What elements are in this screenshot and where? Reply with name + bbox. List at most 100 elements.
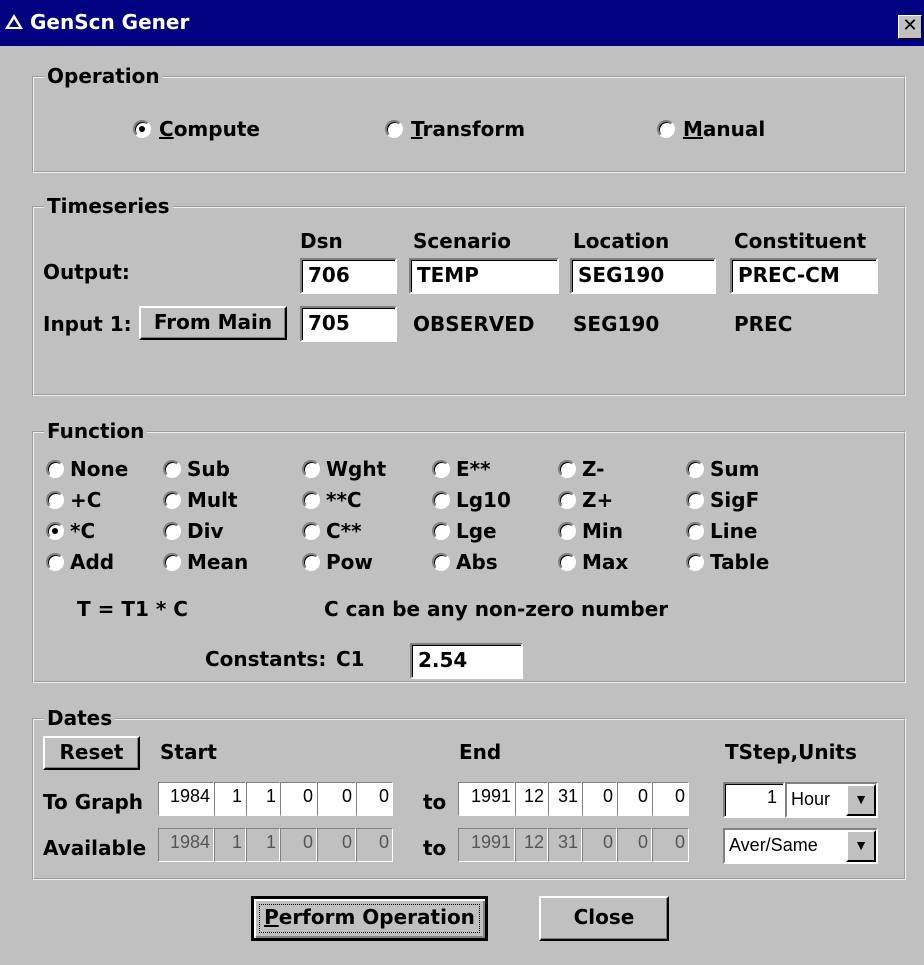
function-radio[interactable] <box>686 522 704 540</box>
function-radio[interactable] <box>432 522 450 540</box>
function-radio[interactable] <box>302 491 320 509</box>
function-radio[interactable] <box>46 460 64 478</box>
input1-dsn-field[interactable]: 705 <box>300 306 397 342</box>
perform-operation-button[interactable]: Perform Operation <box>251 896 488 941</box>
available-end-date-part: 1991 <box>458 828 515 862</box>
start-label: Start <box>160 740 217 764</box>
units-dropdown[interactable]: Hour ▼ <box>785 782 878 818</box>
operation-label-rest: ransform <box>422 117 526 141</box>
from-main-button[interactable]: From Main <box>139 306 287 340</box>
to-graph-start-date-part[interactable]: 0 <box>280 782 317 816</box>
available-label: Available <box>43 836 147 860</box>
function-option-label[interactable]: C** <box>326 519 362 543</box>
function-radio[interactable] <box>686 460 704 478</box>
to-graph-start-date-part[interactable]: 1 <box>246 782 280 816</box>
to-graph-end-date-part[interactable]: 0 <box>582 782 617 816</box>
function-option-label[interactable]: Div <box>187 519 224 543</box>
to-graph-end-date-part[interactable]: 0 <box>617 782 652 816</box>
function-radio[interactable] <box>163 553 181 571</box>
title-bar: GenScn Gener ✕ <box>0 0 924 46</box>
to-graph-end-date-part[interactable]: 0 <box>652 782 689 816</box>
function-option-label[interactable]: +C <box>70 488 101 512</box>
operation-mnemonic: M <box>683 117 703 141</box>
operation-label-0[interactable]: Compute <box>159 117 260 141</box>
function-radio[interactable] <box>558 553 576 571</box>
available-to-label: to <box>423 836 447 860</box>
to-graph-start-date-part[interactable]: 0 <box>317 782 356 816</box>
to-graph-start-date-part[interactable]: 1984 <box>158 782 214 816</box>
to-graph-end-date-part[interactable]: 1991 <box>458 782 515 816</box>
function-option-label[interactable]: None <box>70 457 128 481</box>
function-option-label[interactable]: Sub <box>187 457 230 481</box>
output-location-field[interactable]: SEG190 <box>570 258 716 294</box>
available-end-date-part: 0 <box>582 828 617 862</box>
available-start-date-part: 1 <box>246 828 280 862</box>
operation-radio-0[interactable] <box>133 120 151 138</box>
operation-radio-1[interactable] <box>385 120 403 138</box>
operation-radio-2[interactable] <box>657 120 675 138</box>
function-radio[interactable] <box>432 491 450 509</box>
function-option-label[interactable]: Mult <box>187 488 238 512</box>
function-option-label[interactable]: Wght <box>326 457 386 481</box>
chevron-down-icon[interactable]: ▼ <box>846 830 876 862</box>
function-option-label[interactable]: Min <box>582 519 623 543</box>
function-radio[interactable] <box>46 522 64 540</box>
available-start-date-part: 1984 <box>158 828 214 862</box>
available-end-date-part: 12 <box>515 828 548 862</box>
close-button[interactable]: Close <box>539 896 669 941</box>
function-radio[interactable] <box>302 522 320 540</box>
function-option-label[interactable]: Pow <box>326 550 373 574</box>
function-radio[interactable] <box>163 460 181 478</box>
aggregation-dropdown[interactable]: Aver/Same ▼ <box>723 828 878 864</box>
function-option-label[interactable]: Sum <box>710 457 759 481</box>
function-legend: Function <box>44 419 148 443</box>
to-graph-end-date-part[interactable]: 31 <box>548 782 582 816</box>
function-radio[interactable] <box>558 460 576 478</box>
function-radio[interactable] <box>432 553 450 571</box>
function-radio[interactable] <box>432 460 450 478</box>
tstep-field[interactable]: 1 <box>723 782 785 818</box>
function-option-label[interactable]: Z+ <box>582 488 613 512</box>
function-radio[interactable] <box>302 553 320 571</box>
function-radio[interactable] <box>686 491 704 509</box>
chevron-down-icon[interactable]: ▼ <box>846 784 876 816</box>
function-option-label[interactable]: SigF <box>710 488 759 512</box>
function-radio[interactable] <box>46 553 64 571</box>
function-option-label[interactable]: Max <box>582 550 628 574</box>
function-option-label[interactable]: **C <box>326 488 362 512</box>
function-radio[interactable] <box>302 460 320 478</box>
to-graph-start-date-part[interactable]: 1 <box>214 782 246 816</box>
function-option-label[interactable]: Abs <box>456 550 498 574</box>
operation-label-2[interactable]: Manual <box>683 117 765 141</box>
function-option-label[interactable]: Add <box>70 550 114 574</box>
function-option-label[interactable]: Lge <box>456 519 497 543</box>
to-graph-start-date-part[interactable]: 0 <box>356 782 393 816</box>
function-radio[interactable] <box>163 522 181 540</box>
output-dsn-field[interactable]: 706 <box>300 258 397 294</box>
function-option-label[interactable]: Lg10 <box>456 488 511 512</box>
window-title: GenScn Gener <box>30 10 190 34</box>
input1-scenario: OBSERVED <box>413 312 535 336</box>
function-option-label[interactable]: Mean <box>187 550 248 574</box>
operation-label-1[interactable]: Transform <box>411 117 525 141</box>
reset-button[interactable]: Reset <box>43 736 140 770</box>
function-option-label[interactable]: *C <box>70 519 95 543</box>
function-radio[interactable] <box>558 522 576 540</box>
function-option-label[interactable]: Z- <box>582 457 604 481</box>
function-radio[interactable] <box>46 491 64 509</box>
to-graph-end-date-part[interactable]: 12 <box>515 782 548 816</box>
output-scenario-field[interactable]: TEMP <box>409 258 559 294</box>
input1-label: Input 1: <box>43 312 132 336</box>
focus-rect <box>259 904 480 933</box>
function-option-label[interactable]: E** <box>456 457 491 481</box>
function-radio[interactable] <box>163 491 181 509</box>
function-radio[interactable] <box>686 553 704 571</box>
close-icon[interactable]: ✕ <box>898 15 922 39</box>
c1-field[interactable]: 2.54 <box>410 643 523 679</box>
function-option-label[interactable]: Line <box>710 519 757 543</box>
to-graph-to-label: to <box>423 790 447 814</box>
function-radio[interactable] <box>558 491 576 509</box>
function-option-label[interactable]: Table <box>710 550 769 574</box>
to-graph-label: To Graph <box>43 790 144 814</box>
output-constituent-field[interactable]: PREC-CM <box>730 258 878 294</box>
